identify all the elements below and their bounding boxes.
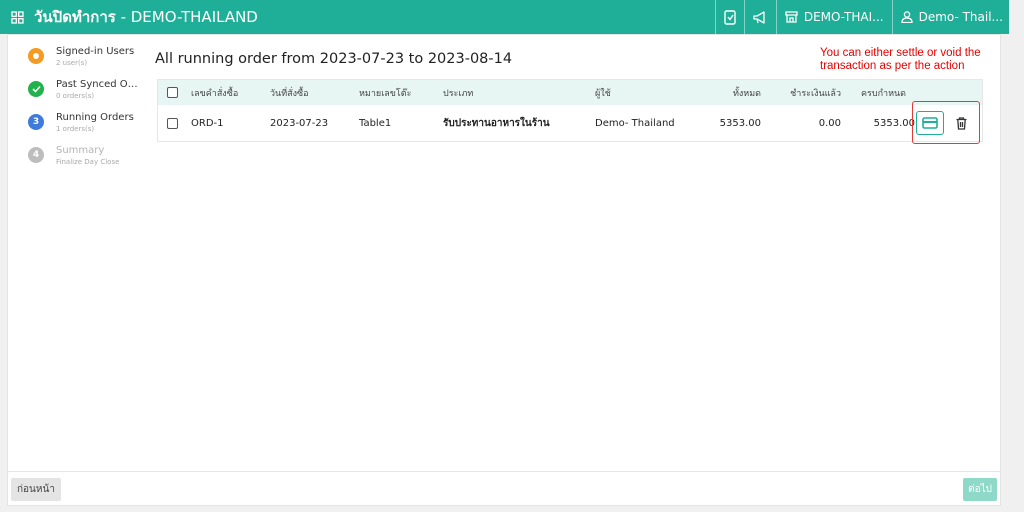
step-label: Summary [56, 145, 105, 156]
device-sync-button[interactable] [714, 0, 744, 34]
running-orders-table: เลขคำสั่งซื้อ วันที่สั่งซื้อ หมายเลขโต๊ะ… [157, 79, 983, 142]
step-label: Signed-in Users [56, 46, 135, 57]
cell-due: 5353.00 [873, 117, 915, 129]
col-due: ครบกำหนด [861, 88, 906, 99]
user-label: Demo- Thail... [918, 10, 1003, 24]
step-number-icon: 4 [28, 147, 44, 163]
page-title: วันปิดทำการ - DEMO-THAILAND [34, 5, 258, 29]
col-paid: ชำระเงินแล้ว [790, 88, 841, 99]
step-list: Signed-in Users 2 user(s) Past Synced Or… [28, 45, 138, 177]
table-header: เลขคำสั่งซื้อ วันที่สั่งซื้อ หมายเลขโต๊ะ… [158, 80, 982, 105]
store-label: DEMO-THAI... [803, 10, 884, 24]
step-past-synced-orders[interactable]: Past Synced Or... 0 orders(s) [28, 78, 138, 111]
col-table-number: หมายเลขโต๊ะ [359, 88, 412, 99]
cell-total: 5353.00 [719, 117, 761, 129]
step-check-icon [28, 81, 44, 97]
grid-menu-icon[interactable] [0, 0, 34, 34]
col-type: ประเภท [443, 88, 474, 99]
trash-icon [956, 116, 966, 130]
footer-bar: ก่อนหน้า ต่อไป [8, 471, 1000, 506]
cell-table-number: Table1 [359, 117, 392, 129]
step-sub: Finalize Day Close [56, 158, 120, 166]
step-label: Past Synced Or... [56, 79, 138, 90]
settle-payment-button[interactable] [916, 111, 944, 135]
table-row[interactable]: ORD-1 2023-07-23 Table1 รับประทานอาหารใน… [158, 105, 982, 141]
store-icon [785, 11, 798, 23]
day-close-card: Signed-in Users 2 user(s) Past Synced Or… [7, 34, 1001, 506]
step-sub: 0 orders(s) [56, 92, 95, 100]
void-order-button[interactable] [950, 111, 972, 135]
step-sub: 2 user(s) [56, 59, 88, 67]
cell-type: รับประทานอาหารในร้าน [443, 117, 550, 129]
step-sub: 1 orders(s) [56, 125, 95, 133]
user-icon [900, 11, 913, 23]
col-order-number: เลขคำสั่งซื้อ [191, 88, 239, 99]
cell-paid: 0.00 [818, 117, 841, 129]
step-current-dot-icon [28, 48, 44, 64]
cell-order-number: ORD-1 [191, 117, 224, 129]
running-orders-heading: All running order from 2023-07-23 to 202… [155, 51, 513, 67]
page-title-main: วันปิดทำการ [34, 8, 116, 26]
instruction-annotation: You can either settle or void the transa… [820, 47, 981, 72]
col-user: ผู้ใช้ [595, 88, 611, 99]
next-button[interactable]: ต่อไป [963, 478, 997, 501]
step-signed-in-users[interactable]: Signed-in Users 2 user(s) [28, 45, 138, 78]
previous-button[interactable]: ก่อนหน้า [11, 478, 61, 501]
megaphone-icon [753, 10, 765, 24]
col-order-date: วันที่สั่งซื้อ [270, 88, 309, 99]
announcement-button[interactable] [743, 0, 776, 34]
step-label: Running Orders [56, 112, 134, 123]
step-number-icon: 3 [28, 114, 44, 130]
page-title-store: - DEMO-THAILAND [115, 8, 258, 26]
row-checkbox[interactable] [167, 105, 178, 141]
user-menu[interactable]: Demo- Thail... [891, 0, 1009, 34]
cell-order-date: 2023-07-23 [270, 117, 329, 129]
credit-card-icon [922, 117, 938, 129]
col-total: ทั้งหมด [732, 88, 761, 99]
store-selector[interactable]: DEMO-THAI... [775, 0, 892, 34]
select-all-checkbox[interactable] [167, 80, 178, 105]
top-app-bar: วันปิดทำการ - DEMO-THAILAND DEMO-THAI...… [0, 0, 1009, 34]
step-summary[interactable]: 4 Summary Finalize Day Close [28, 144, 138, 177]
device-icon [724, 9, 736, 25]
cell-user: Demo- Thailand [595, 117, 675, 129]
step-running-orders[interactable]: 3 Running Orders 1 orders(s) [28, 111, 138, 144]
